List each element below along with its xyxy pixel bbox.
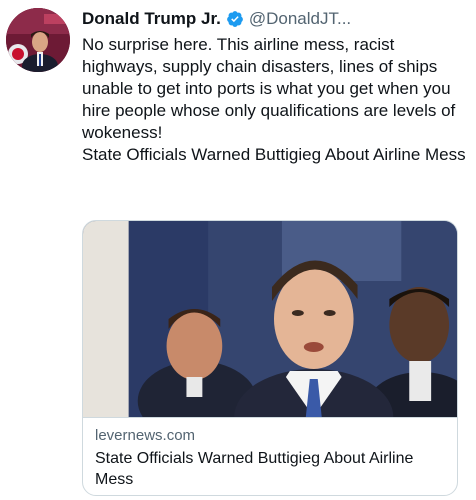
- profile-photo: [6, 8, 70, 72]
- card-photo: [83, 221, 457, 417]
- card-meta: levernews.com State Officials Warned But…: [83, 417, 457, 490]
- handle[interactable]: @DonaldJT...: [249, 8, 351, 30]
- tweet-text: No surprise here. This airline mess, rac…: [82, 34, 467, 166]
- tweet[interactable]: Donald Trump Jr. @DonaldJT... No surpris…: [0, 0, 476, 500]
- card-title: State Officials Warned Buttigieg About A…: [95, 450, 414, 488]
- tweet-headline: State Officials Warned Buttigieg About A…: [82, 145, 466, 164]
- card-domain: levernews.com: [95, 427, 196, 444]
- verified-badge-icon: [226, 10, 244, 28]
- tweet-body: No surprise here. This airline mess, rac…: [82, 35, 456, 142]
- avatar[interactable]: [6, 8, 70, 72]
- display-name[interactable]: Donald Trump Jr.: [82, 8, 221, 30]
- tweet-header: Donald Trump Jr. @DonaldJT...: [82, 8, 468, 30]
- link-card[interactable]: levernews.com State Officials Warned But…: [82, 220, 458, 496]
